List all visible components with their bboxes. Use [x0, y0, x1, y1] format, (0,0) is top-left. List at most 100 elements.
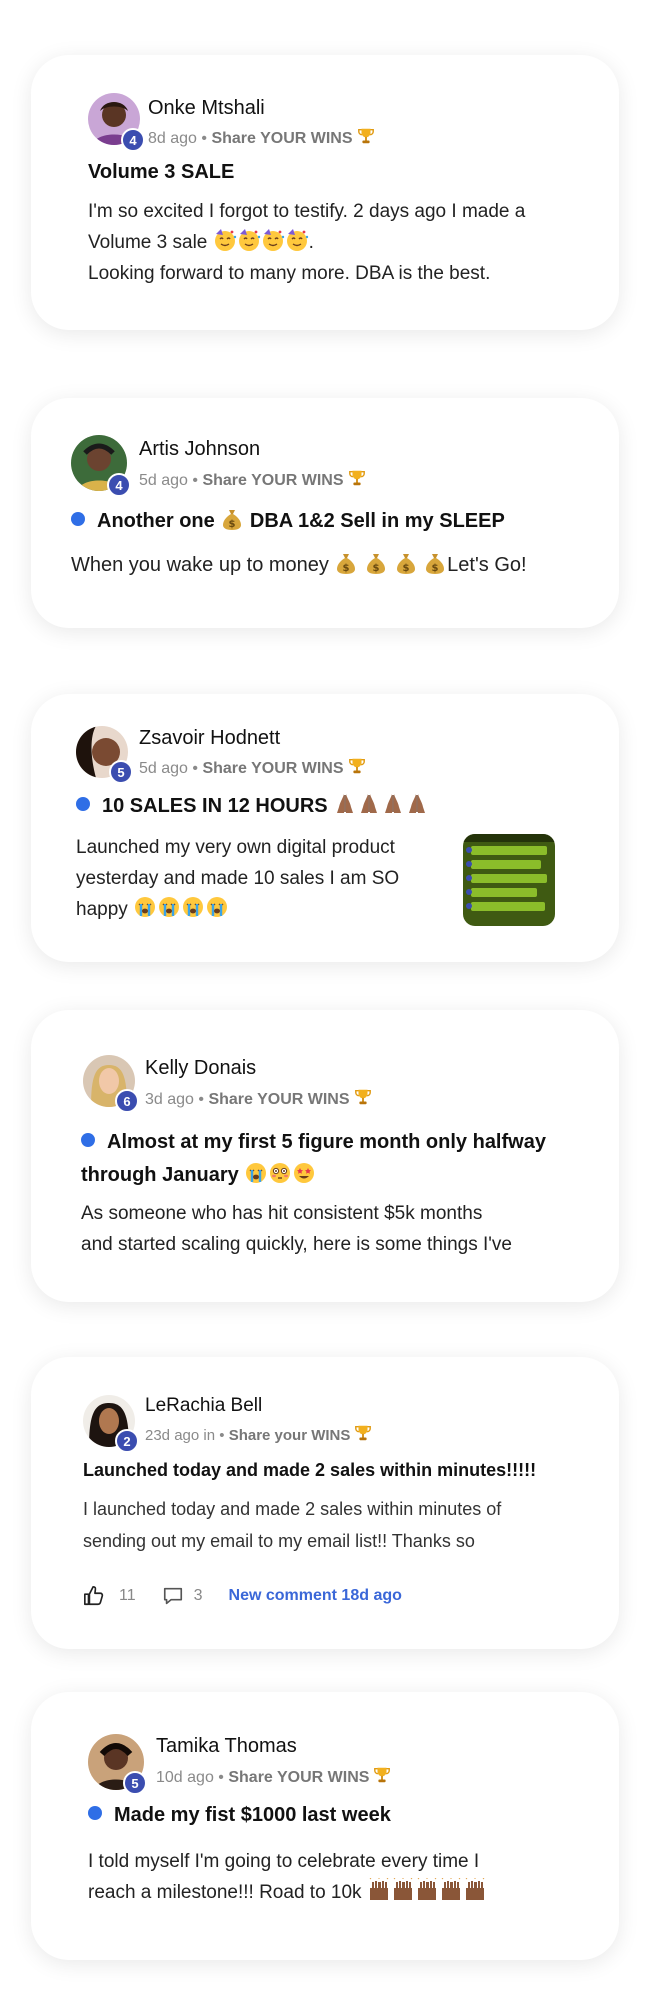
- post-time: 23d ago in: [145, 1427, 216, 1444]
- category-link[interactable]: Share YOUR WINS: [202, 472, 343, 489]
- post-body[interactable]: As someone who has hit consistent $5k mo…: [81, 1198, 611, 1260]
- praying-hands-emoji: [405, 792, 429, 816]
- unread-dot: [88, 1806, 102, 1820]
- party-face-emoji: [285, 228, 309, 252]
- money-bag-emoji: [334, 551, 358, 575]
- post-actions: 11 3 New comment 18d ago: [83, 1585, 402, 1607]
- body-line: I launched today and made 2 sales within…: [83, 1499, 502, 1519]
- body-line: sending out my email to my email list!! …: [83, 1531, 475, 1551]
- trophy-icon: [354, 1088, 372, 1106]
- category-link[interactable]: Share YOUR WINS: [211, 130, 352, 147]
- party-face-emoji: [237, 228, 261, 252]
- post-meta: 5d ago • Share YOUR WINS: [139, 469, 366, 490]
- meta-separator: •: [201, 130, 207, 147]
- raising-hands-emoji: [463, 1878, 487, 1902]
- trophy-icon: [354, 1424, 372, 1442]
- post-time: 5d ago: [139, 472, 188, 489]
- body-line: Looking forward to many more. DBA is the…: [88, 263, 491, 284]
- meta-separator: •: [218, 1769, 224, 1786]
- post-meta: 5d ago • Share YOUR WINS: [139, 757, 366, 778]
- category-link[interactable]: Share YOUR WINS: [202, 760, 343, 777]
- author-name[interactable]: Onke Mtshali: [148, 97, 265, 120]
- level-badge: 6: [115, 1089, 139, 1113]
- like-count: 11: [119, 1587, 136, 1604]
- post-body[interactable]: When you wake up to money Let's Go!: [71, 550, 601, 581]
- star-struck-emoji: [292, 1161, 316, 1185]
- author-name[interactable]: Tamika Thomas: [156, 1735, 297, 1758]
- money-bag-emoji: [220, 507, 244, 531]
- meta-separator: •: [192, 760, 198, 777]
- post-meta: 3d ago • Share YOUR WINS: [145, 1088, 372, 1109]
- level-badge: 4: [121, 128, 145, 152]
- body-line: happy: [76, 894, 456, 925]
- post-title[interactable]: Almost at my first 5 figure month only h…: [81, 1126, 546, 1192]
- category-link[interactable]: Share your WINS: [229, 1427, 351, 1444]
- author-name[interactable]: LeRachia Bell: [145, 1395, 262, 1417]
- trophy-icon: [348, 757, 366, 775]
- praying-hands-emoji: [381, 792, 405, 816]
- level-badge: 5: [123, 1771, 147, 1795]
- level-badge: 4: [107, 473, 131, 497]
- trophy-icon: [357, 127, 375, 145]
- post-meta: 10d ago • Share YOUR WINS: [156, 1766, 391, 1787]
- post-image-thumbnail[interactable]: [463, 834, 555, 926]
- author-name[interactable]: Kelly Donais: [145, 1057, 256, 1080]
- post-title[interactable]: Launched today and made 2 sales within m…: [83, 1460, 536, 1481]
- post-card[interactable]: 4 Onke Mtshali 8d ago • Share YOUR WINS …: [31, 55, 619, 330]
- body-line: As someone who has hit consistent $5k mo…: [81, 1203, 483, 1224]
- body-line: I'm so excited I forgot to testify. 2 da…: [88, 201, 526, 222]
- crying-face-emoji: [205, 895, 229, 919]
- category-link[interactable]: Share YOUR WINS: [228, 1769, 369, 1786]
- level-badge: 2: [115, 1429, 139, 1453]
- trophy-icon: [373, 1766, 391, 1784]
- party-face-emoji: [261, 228, 285, 252]
- post-card[interactable]: 4 Artis Johnson 5d ago • Share YOUR WINS…: [31, 398, 619, 628]
- post-card[interactable]: 5 Tamika Thomas 10d ago • Share YOUR WIN…: [31, 1692, 619, 1960]
- raising-hands-emoji: [415, 1878, 439, 1902]
- body-line: reach a milestone!!! Road to 10k: [88, 1877, 608, 1908]
- post-card[interactable]: 2 LeRachia Bell 23d ago in • Share your …: [31, 1357, 619, 1649]
- post-title[interactable]: 10 SALES IN 12 HOURS: [76, 792, 429, 818]
- comment-count: 3: [193, 1587, 203, 1604]
- post-title[interactable]: Volume 3 SALE: [88, 161, 234, 184]
- money-bag-emoji: [394, 551, 418, 575]
- crying-face-emoji: [133, 895, 157, 919]
- post-meta: 8d ago • Share YOUR WINS: [148, 127, 375, 148]
- unread-dot: [81, 1133, 95, 1147]
- raising-hands-emoji: [367, 1878, 391, 1902]
- trophy-icon: [348, 469, 366, 487]
- post-body[interactable]: I told myself I'm going to celebrate eve…: [88, 1846, 608, 1908]
- thumbs-up-icon[interactable]: [83, 1585, 105, 1607]
- meta-separator: •: [219, 1427, 225, 1444]
- crying-face-emoji: [244, 1161, 268, 1185]
- money-bag-emoji: [364, 551, 388, 575]
- post-body[interactable]: I'm so excited I forgot to testify. 2 da…: [88, 196, 588, 289]
- post-body[interactable]: Launched my very own digital product yes…: [76, 832, 456, 925]
- author-name[interactable]: Zsavoir Hodnett: [139, 727, 280, 750]
- post-card[interactable]: 6 Kelly Donais 3d ago • Share YOUR WINS …: [31, 1010, 619, 1302]
- category-link[interactable]: Share YOUR WINS: [208, 1091, 349, 1108]
- author-name[interactable]: Artis Johnson: [139, 438, 260, 461]
- praying-hands-emoji: [333, 792, 357, 816]
- comment-icon[interactable]: [162, 1585, 184, 1607]
- crying-face-emoji: [181, 895, 205, 919]
- body-line: Volume 3 sale .: [88, 227, 588, 258]
- body-line: I told myself I'm going to celebrate eve…: [88, 1851, 480, 1872]
- post-time: 3d ago: [145, 1091, 194, 1108]
- flushed-face-emoji: [268, 1161, 292, 1185]
- level-badge: 5: [109, 760, 133, 784]
- post-time: 10d ago: [156, 1769, 214, 1786]
- post-title[interactable]: Made my fist $1000 last week: [88, 1804, 391, 1827]
- post-body[interactable]: I launched today and made 2 sales within…: [83, 1493, 603, 1557]
- raising-hands-emoji: [439, 1878, 463, 1902]
- post-title[interactable]: Another one DBA 1&2 Sell in my SLEEP: [71, 507, 505, 533]
- crying-face-emoji: [157, 895, 181, 919]
- raising-hands-emoji: [391, 1878, 415, 1902]
- new-comment-link[interactable]: New comment 18d ago: [229, 1587, 402, 1605]
- body-line: Launched my very own digital product: [76, 837, 395, 858]
- body-line: yesterday and made 10 sales I am SO: [76, 868, 400, 889]
- unread-dot: [71, 512, 85, 526]
- party-face-emoji: [213, 228, 237, 252]
- post-card[interactable]: 5 Zsavoir Hodnett 5d ago • Share YOUR WI…: [31, 694, 619, 962]
- body-line: and started scaling quickly, here is som…: [81, 1234, 512, 1255]
